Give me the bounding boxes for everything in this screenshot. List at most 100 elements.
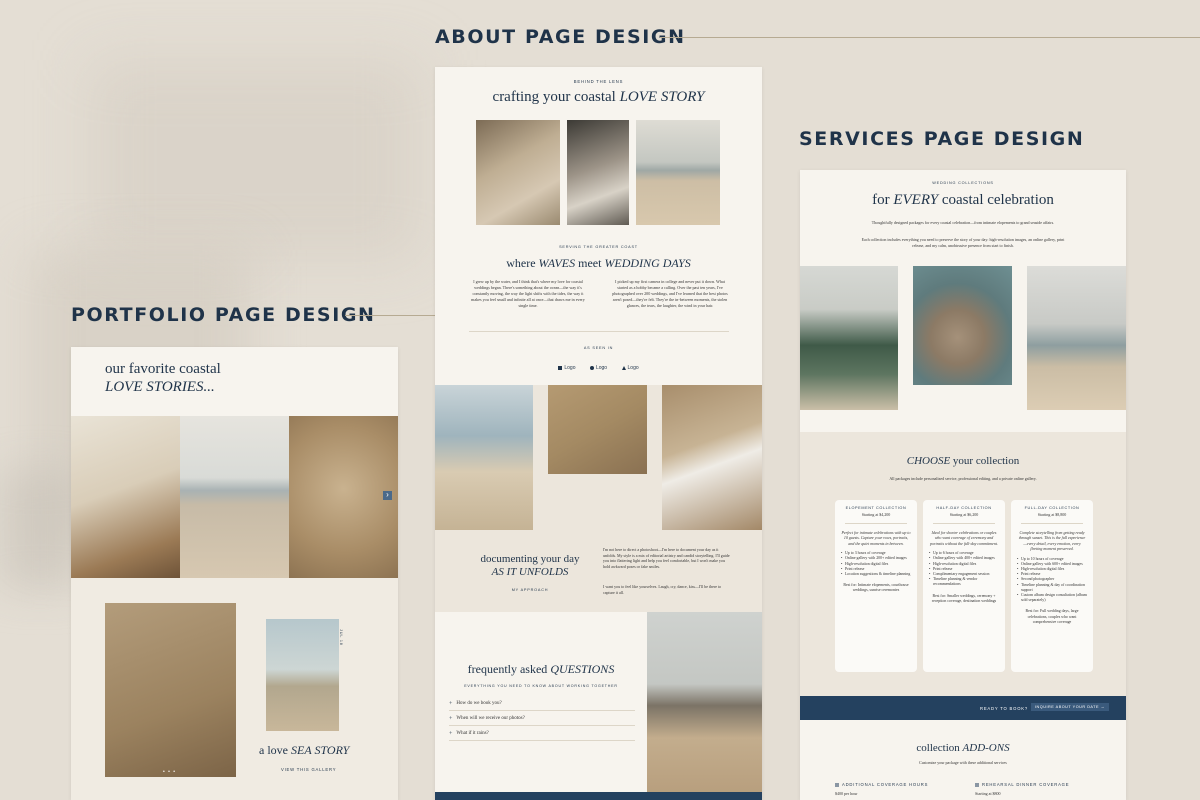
services-title-a: for — [872, 192, 894, 208]
portfolio-title-line1: our favorite coastal — [105, 361, 221, 377]
card-title: ELOPEMENT COLLECTION — [845, 506, 907, 510]
press-logo: Logo — [589, 365, 607, 371]
faq-item[interactable]: + How do we book you? — [449, 697, 635, 711]
faq-question: What if it rains? — [456, 731, 489, 736]
services-title-b: EVERY — [893, 192, 939, 208]
collection-card[interactable]: HALF-DAY COLLECTION Starting at $6,200 I… — [923, 500, 1005, 672]
inquire-button[interactable]: INQUIRE ABOUT YOUR DATE → — [1031, 703, 1109, 711]
bridesmaids-photo[interactable] — [800, 266, 898, 410]
choose-title-a: CHOOSE — [906, 455, 951, 467]
card-feature: Custom album design consultation (album … — [1017, 593, 1087, 603]
card-best-for: Best for: Smaller weddings, ceremony + r… — [931, 593, 997, 603]
carousel-next-button[interactable]: › — [383, 491, 392, 500]
beach-couple-photo[interactable] — [180, 416, 289, 578]
addons-title-a: collection — [916, 742, 963, 754]
card-description: Complete storytelling from getting ready… — [1018, 530, 1086, 552]
story-title: a love SEA STORY — [259, 743, 349, 758]
portfolio-page-mockup: our favorite coastal LOVE STORIES... › •… — [71, 347, 398, 800]
faq-item[interactable]: + When will we receive our photos? — [449, 712, 635, 726]
card-feature-list: Up to 10 hours of coverage Online galler… — [1017, 557, 1087, 604]
square-logo-icon — [558, 366, 563, 370]
card-feature: Timeline planning & vendor recommendatio… — [929, 577, 999, 587]
services-title-c: coastal celebration — [938, 192, 1054, 208]
card-best-for: Best for: Full wedding days, large celeb… — [1025, 609, 1079, 624]
faq-title-b: QUESTIONS — [550, 662, 615, 676]
collection-card[interactable]: ELOPEMENT COLLECTION Starting at $4,200 … — [835, 500, 917, 672]
card-best-for: Best for: Intimate elopements, courthous… — [843, 583, 909, 593]
faq-subtitle: EVERYTHING YOU NEED TO KNOW ABOUT WORKIN… — [464, 684, 618, 688]
divider-line — [1021, 523, 1083, 524]
about-paragraph-right: I picked up my first camera in college a… — [612, 279, 728, 308]
addon-price: Starting at $800 — [975, 791, 1001, 796]
bride-sea-photo[interactable] — [1027, 266, 1126, 410]
documenting-title-line2: AS IT UNFOLDS — [491, 566, 569, 578]
documenting-paragraph-2: I want you to feel like yourselves. Laug… — [603, 584, 722, 595]
logo-row: Logo Logo Logo — [435, 357, 762, 375]
portfolio-heading: PORTFOLIO PAGE DESIGN — [71, 304, 376, 326]
couple-kiss-photo[interactable] — [567, 120, 629, 225]
rings-photo[interactable] — [105, 603, 236, 777]
ceremony-photo[interactable] — [647, 612, 762, 792]
plus-icon: + — [449, 700, 453, 707]
bride-back-photo[interactable] — [435, 385, 533, 530]
invitation-photo[interactable] — [289, 416, 398, 578]
waves-title: where WAVES meet WEDDING DAYS — [435, 256, 762, 271]
plus-icon: + — [449, 715, 453, 722]
card-feature-list: Up to 6 hours of coverage Online gallery… — [929, 551, 999, 587]
waves-title-d: WEDDING DAYS — [604, 256, 691, 270]
footer-bar — [435, 792, 762, 800]
waves-title-b: WAVES — [538, 256, 576, 270]
plus-icon: + — [449, 730, 453, 737]
triangle-logo-icon — [621, 366, 626, 370]
card-title: HALF-DAY COLLECTION — [936, 506, 992, 510]
my-approach-link[interactable]: MY APPROACH — [465, 588, 595, 592]
faq-question: When will we receive our photos? — [456, 716, 525, 721]
card-description: Ideal for shorter celebrations or couple… — [930, 530, 998, 546]
carousel-dots[interactable]: • • • — [163, 769, 176, 775]
addon-title: REHEARSAL DINNER COVERAGE — [982, 782, 1070, 787]
background-blur — [0, 470, 80, 590]
addon-item: ADDITIONAL COVERAGE HOURS — [835, 782, 928, 787]
addon-icon — [975, 782, 979, 787]
addon-icon — [835, 782, 839, 787]
press-logo: Logo — [558, 365, 575, 371]
documenting-title-line1: documenting your day — [480, 553, 580, 565]
ready-to-book-label: READY TO BOOK? — [980, 706, 1028, 711]
addon-price: $400 per hour — [835, 791, 858, 796]
collection-card[interactable]: FULL-DAY COLLECTION Starting at $8,800 C… — [1011, 500, 1093, 672]
faq-item[interactable]: + What if it rains? — [449, 727, 635, 741]
waves-title-c: meet — [575, 256, 605, 270]
services-heading: SERVICES PAGE DESIGN — [799, 128, 1085, 150]
addon-item: REHEARSAL DINNER COVERAGE — [975, 782, 1069, 787]
card-price: Starting at $8,800 — [1037, 512, 1067, 517]
as-seen-in-label: AS SEEN IN — [583, 346, 614, 350]
stationery-photo[interactable] — [548, 385, 647, 474]
arch-photo[interactable] — [266, 619, 339, 731]
couple-photo-1[interactable] — [476, 120, 560, 225]
about-title-prefix: crafting your coastal — [492, 89, 620, 105]
press-logo: Logo — [621, 365, 639, 371]
card-feature: Location suggestions & timeline planning — [841, 572, 911, 577]
tulip-photo[interactable] — [71, 416, 180, 578]
faq-title: frequently asked QUESTIONS — [435, 662, 647, 677]
about-title-emph: LOVE STORY — [619, 89, 705, 105]
coast-rocks-photo[interactable] — [913, 266, 1012, 385]
choose-subtitle: All packages include personalized servic… — [889, 476, 1037, 481]
beach-dance-photo[interactable] — [636, 120, 720, 225]
addons-subtitle: Customize your package with these additi… — [919, 760, 1007, 765]
about-paragraph-left: I grew up by the water, and I think that… — [471, 279, 585, 308]
about-title: crafting your coastal LOVE STORY — [435, 89, 762, 106]
card-feature-list: Up to 3 hours of coverage Online gallery… — [841, 551, 911, 577]
services-intro-1: Thoughtfully designed packages for every… — [871, 220, 1055, 225]
story-title-emph: SEA STORY — [291, 743, 350, 757]
about-heading: ABOUT PAGE DESIGN — [435, 26, 686, 48]
card-price: Starting at $4,200 — [861, 512, 891, 517]
press-logo-text: Logo — [564, 365, 576, 371]
waves-title-a: where — [506, 256, 539, 270]
bride-sitting-photo[interactable] — [662, 385, 762, 530]
services-page-mockup: WEDDING COLLECTIONS for EVERY coastal ce… — [800, 170, 1126, 800]
about-kicker: BEHIND THE LENS — [573, 79, 624, 84]
date-vertical: JUL 18 — [339, 629, 343, 646]
card-price: Starting at $6,200 — [949, 512, 979, 517]
view-gallery-link[interactable]: VIEW THIS GALLERY — [281, 767, 336, 772]
